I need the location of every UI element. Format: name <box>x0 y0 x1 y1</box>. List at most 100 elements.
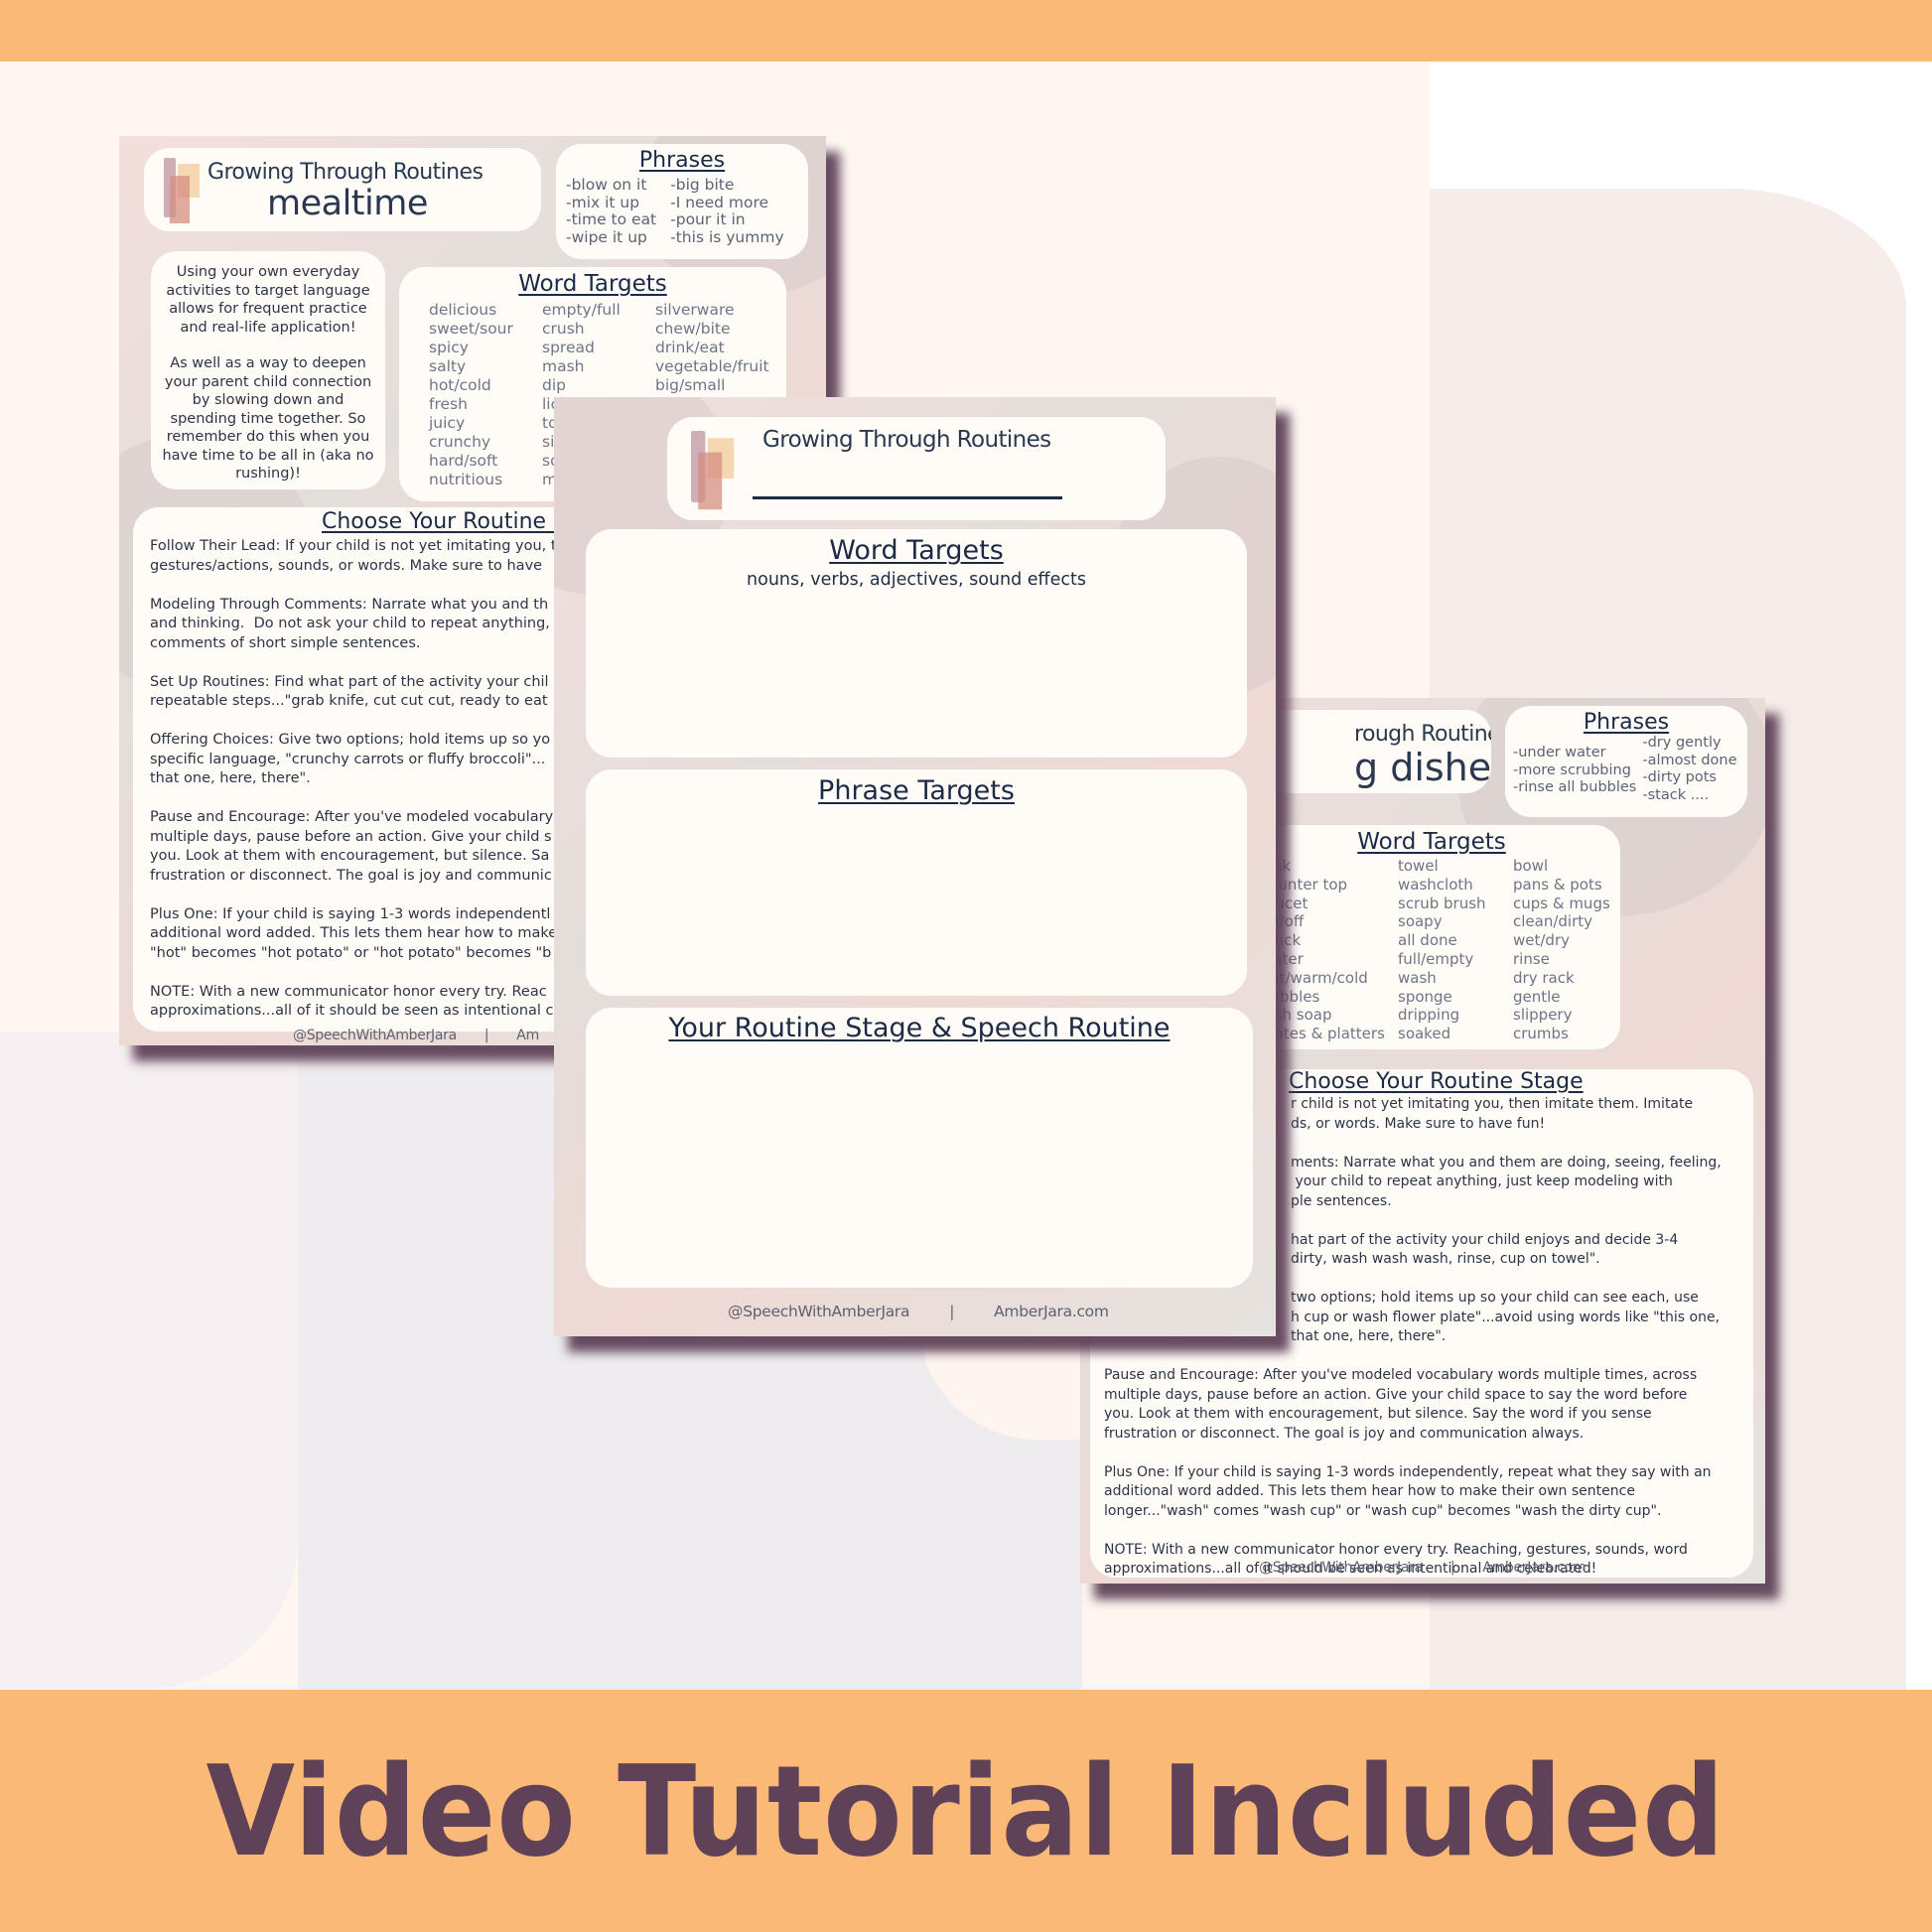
word-target-item: juicy <box>429 414 466 432</box>
word-targets-heading: Word Targets <box>518 271 667 297</box>
background-shape <box>0 1033 298 1688</box>
routine-stage-paragraph: Plus One: If your child is saying 1-3 wo… <box>1104 1463 1712 1519</box>
phrase-item: -almost done <box>1642 752 1737 768</box>
word-target-item: spicy <box>429 339 469 356</box>
word-target-item: dripping <box>1398 1006 1460 1025</box>
phrase-item: -blow on it <box>566 176 647 194</box>
word-target-item: dip <box>542 376 566 394</box>
word-target-item: bowl <box>1513 857 1549 875</box>
title-card: Growing Through Routines <box>667 417 1166 520</box>
word-target-item: crumbs <box>1513 1025 1569 1043</box>
intro-text-2: As well as a way to deepen your parent c… <box>162 355 374 482</box>
intro-text-1: Using your own everyday activities to ta… <box>166 264 370 336</box>
series-title: Growing Through Routines <box>207 160 483 185</box>
phrase-item: -dirty pots <box>1642 769 1717 785</box>
word-targets-card[interactable]: Word Targets nouns, verbs, adjectives, s… <box>586 529 1247 758</box>
phrase-item: -more scrubbing <box>1513 761 1631 778</box>
word-targets-heading: Word Targets <box>1357 829 1506 855</box>
word-target-item: drink/eat <box>655 339 725 356</box>
phrase-item: -mix it up <box>566 193 640 211</box>
footer-handle: @SpeechWithAmberJara <box>293 1028 457 1043</box>
phrase-item: -pour it in <box>670 210 746 228</box>
phrase-targets-card[interactable]: Phrase Targets <box>586 769 1247 996</box>
phrase-item: -dry gently <box>1642 735 1722 751</box>
page-footer: @SpeechWithAmberJara | AmberJara.com <box>728 1303 1123 1320</box>
logo-icon <box>691 431 739 510</box>
footer-site: AmberJara.com <box>994 1303 1109 1320</box>
routine-stage-heading: Choose Your Routine Stage <box>1289 1069 1584 1094</box>
word-target-item: pans & pots <box>1513 875 1602 894</box>
phrases-list-1: -under water -more scrubbing -rinse all bu… <box>1513 745 1636 804</box>
phrases-heading: Phrases <box>1583 710 1670 735</box>
word-target-item: towel <box>1398 857 1439 875</box>
routine-name: g dishes <box>1354 746 1491 789</box>
word-target-item: sink <box>1261 857 1292 875</box>
word-target-item: delicious <box>429 301 497 319</box>
word-target-item: fresh <box>429 395 468 413</box>
word-target-item: stuck <box>1261 931 1302 950</box>
phrases-list-1: -blow on it -mix it up -time to eat -wipe i… <box>566 176 657 246</box>
routine-stage-card[interactable]: Your Routine Stage & Speech Routine <box>586 1008 1253 1288</box>
footer-handle: @SpeechWithAmberJara <box>1259 1560 1423 1576</box>
page-footer: @SpeechWithAmberJara | Am <box>293 1028 553 1043</box>
footer-separator: | <box>483 1028 489 1043</box>
routine-name: mealtime <box>267 184 428 223</box>
word-target-item: dish soap <box>1261 1006 1332 1025</box>
word-targets-card: Word Targets sink counter top faucet on/off… <box>1243 825 1620 1049</box>
word-target-item: nutritious <box>429 471 503 488</box>
word-target-item: water <box>1261 949 1304 968</box>
phrases-list-2: -dry gently -almost done -dirty pots -stack… <box>1642 735 1736 804</box>
word-target-item: spread <box>542 339 595 356</box>
banner-headline: Video Tutorial Included <box>206 1737 1726 1884</box>
word-target-item: vegetable/fruit <box>655 357 769 375</box>
footer-site: Am <box>516 1028 539 1043</box>
phrase-item: -rinse all bubbles <box>1513 779 1637 795</box>
footer-separator: | <box>1449 1560 1455 1576</box>
footer-site: AmberJara.com <box>1482 1560 1587 1576</box>
word-target-item: crush <box>542 320 585 338</box>
routine-name-blank-line[interactable] <box>753 496 1062 499</box>
phrases-heading: Phrases <box>638 148 726 173</box>
phrase-item: -this is yummy <box>670 227 784 246</box>
word-target-item: mash <box>542 357 585 375</box>
word-target-item: washcloth <box>1398 875 1473 894</box>
word-target-item: cups & mugs <box>1513 894 1610 912</box>
intro-card: Using your own everyday activities to ta… <box>151 251 385 489</box>
phrases-card: Phrases -blow on it -mix it up -time to ea… <box>556 144 808 259</box>
word-target-item: hot/warm/cold <box>1261 968 1368 987</box>
footer-handle: @SpeechWithAmberJara <box>728 1303 910 1320</box>
worksheet-blank-template: Growing Through Routines Word Targets no… <box>554 397 1276 1336</box>
word-target-item: rinse <box>1513 949 1550 968</box>
phrase-item: -under water <box>1513 745 1606 760</box>
routine-stage-paragraph: ments: Narrate what you and them are doi… <box>1291 1154 1722 1209</box>
phrase-item: -stack .... <box>1642 786 1710 803</box>
word-target-item: empty/full <box>542 301 621 319</box>
title-card: Growing Through Routines mealtime <box>144 148 541 231</box>
word-target-item: clean/dirty <box>1513 912 1593 931</box>
page-footer: @SpeechWithAmberJara | AmberJara.com <box>1259 1560 1599 1576</box>
word-target-item: faucet <box>1261 894 1309 912</box>
word-target-item: bubbles <box>1261 987 1320 1006</box>
word-target-item: soaked <box>1398 1025 1451 1043</box>
phrase-targets-heading: Phrase Targets <box>818 775 1015 806</box>
series-title: rough Routines <box>1354 722 1491 747</box>
routine-stage-heading: Your Routine Stage & Speech Routine <box>668 1013 1171 1043</box>
word-target-item: silverware <box>655 301 735 319</box>
phrase-item: -time to eat <box>566 210 657 228</box>
word-target-item: on/off <box>1261 912 1305 931</box>
logo-icon <box>164 158 204 223</box>
word-target-item: chew/bite <box>655 320 731 338</box>
word-target-item: slippery <box>1513 1006 1573 1025</box>
word-target-item: big/small <box>655 376 726 394</box>
phrase-item: -big bite <box>670 176 735 194</box>
word-target-item: all done <box>1398 931 1457 950</box>
word-target-item: wash <box>1398 968 1437 987</box>
word-target-item: hot/cold <box>429 376 491 394</box>
top-accent-bar <box>0 0 1932 62</box>
bottom-banner: Video Tutorial Included <box>0 1690 1932 1932</box>
word-target-item: sweet/sour <box>429 320 513 338</box>
word-targets-subtitle: nouns, verbs, adjectives, sound effects <box>747 570 1086 590</box>
word-target-item: counter top <box>1261 875 1348 894</box>
word-target-item: scrub brush <box>1398 894 1486 912</box>
phrases-card: Phrases -under water -more scrubbing -rins… <box>1505 706 1747 817</box>
